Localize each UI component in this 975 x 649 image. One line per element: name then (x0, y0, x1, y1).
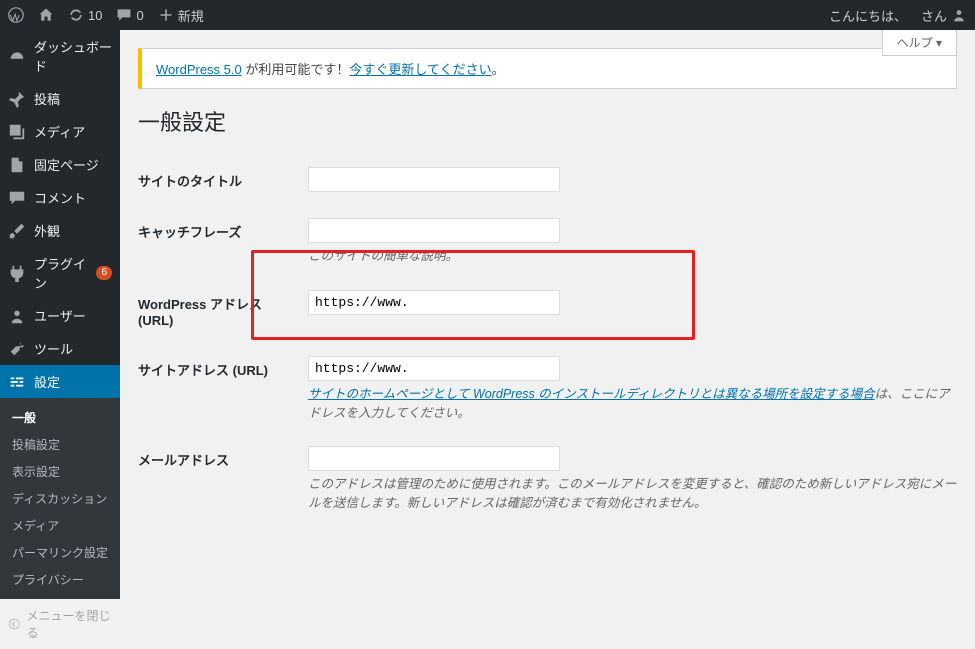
submenu-privacy[interactable]: プライバシー (0, 566, 120, 593)
collapse-menu[interactable]: メニューを閉じる (0, 599, 120, 649)
home-icon[interactable] (38, 7, 54, 23)
site-url-input[interactable] (308, 356, 560, 381)
site-title-label: サイトのタイトル (138, 155, 308, 206)
sliders-icon (8, 373, 26, 391)
user-icon (951, 7, 967, 23)
comment-icon (8, 189, 26, 207)
update-notice: WordPress 5.0 が利用可能です！今すぐ更新してください。 (138, 48, 957, 89)
menu-plugins[interactable]: プラグイン6 (0, 247, 120, 299)
plugins-badge: 6 (96, 266, 112, 280)
submenu-general[interactable]: 一般 (0, 404, 120, 431)
help-tab[interactable]: ヘルプ ▾ (882, 30, 957, 56)
new-content-link[interactable]: 新規 (158, 6, 204, 25)
comments-count: 0 (136, 8, 143, 23)
user-menu[interactable]: さん (921, 6, 967, 25)
new-label: 新規 (178, 6, 204, 25)
admin-toolbar: 10 0 新規 こんにちは、 さん (0, 0, 975, 30)
user-icon (8, 307, 26, 325)
email-desc: このアドレスは管理のために使用されます。このメールアドレスを変更すると、確認のた… (308, 475, 957, 513)
menu-tools[interactable]: ツール (0, 332, 120, 365)
site-title-input[interactable] (308, 167, 560, 192)
menu-comments[interactable]: コメント (0, 181, 120, 214)
site-url-label: サイトアドレス (URL) (138, 344, 308, 435)
pin-icon (8, 90, 26, 108)
menu-media[interactable]: メディア (0, 115, 120, 148)
menu-settings[interactable]: 設定 (0, 365, 120, 398)
tagline-label: キャッチフレーズ (138, 206, 308, 278)
membership-label: メンバーシップ (138, 525, 308, 534)
menu-appearance[interactable]: 外観 (0, 214, 120, 247)
submenu-discussion[interactable]: ディスカッション (0, 485, 120, 512)
media-icon (8, 123, 26, 141)
menu-pages[interactable]: 固定ページ (0, 148, 120, 181)
submenu-media[interactable]: メディア (0, 512, 120, 539)
page-title: 一般設定 (138, 105, 957, 137)
email-label: メールアドレス (138, 434, 308, 525)
wp-logo-icon[interactable] (8, 7, 24, 23)
dashboard-icon (8, 47, 26, 65)
notice-version[interactable]: WordPress 5.0 (156, 62, 242, 77)
admin-sidebar: ダッシュボード 投稿 メディア 固定ページ コメント 外観 プラグイン6 ユーザ… (0, 30, 120, 534)
refresh-icon (68, 7, 84, 23)
tagline-input[interactable] (308, 218, 560, 243)
notice-update-link[interactable]: 今すぐ更新してください (349, 62, 491, 77)
page-icon (8, 156, 26, 174)
menu-posts[interactable]: 投稿 (0, 82, 120, 115)
wp-url-label: WordPress アドレス (URL) (138, 278, 308, 344)
comments-link[interactable]: 0 (116, 7, 143, 23)
submenu-permalink[interactable]: パーマリンク設定 (0, 539, 120, 566)
submenu-writing[interactable]: 投稿設定 (0, 431, 120, 458)
collapse-icon (8, 617, 20, 631)
settings-submenu: 一般 投稿設定 表示設定 ディスカッション メディア パーマリンク設定 プライバ… (0, 398, 120, 599)
updates-count: 10 (88, 8, 102, 23)
menu-users[interactable]: ユーザー (0, 299, 120, 332)
comment-icon (116, 7, 132, 23)
updates-link[interactable]: 10 (68, 7, 102, 23)
settings-form: サイトのタイトル キャッチフレーズ このサイトの簡単な説明。 WordPress… (138, 155, 957, 534)
plugin-icon (8, 264, 26, 282)
email-input[interactable] (308, 446, 560, 471)
submenu-reading[interactable]: 表示設定 (0, 458, 120, 485)
site-url-desc: サイトのホームページとして WordPress のインストールディレクトリとは異… (308, 385, 957, 423)
wrench-icon (8, 340, 26, 358)
tagline-desc: このサイトの簡単な説明。 (308, 247, 957, 266)
menu-dashboard[interactable]: ダッシュボード (0, 30, 120, 82)
brush-icon (8, 222, 26, 240)
wp-url-input[interactable] (308, 290, 560, 315)
main-content: ヘルプ ▾ WordPress 5.0 が利用可能です！今すぐ更新してください。… (120, 30, 975, 534)
plus-icon (158, 7, 174, 23)
greeting[interactable]: こんにちは、 (829, 6, 907, 25)
